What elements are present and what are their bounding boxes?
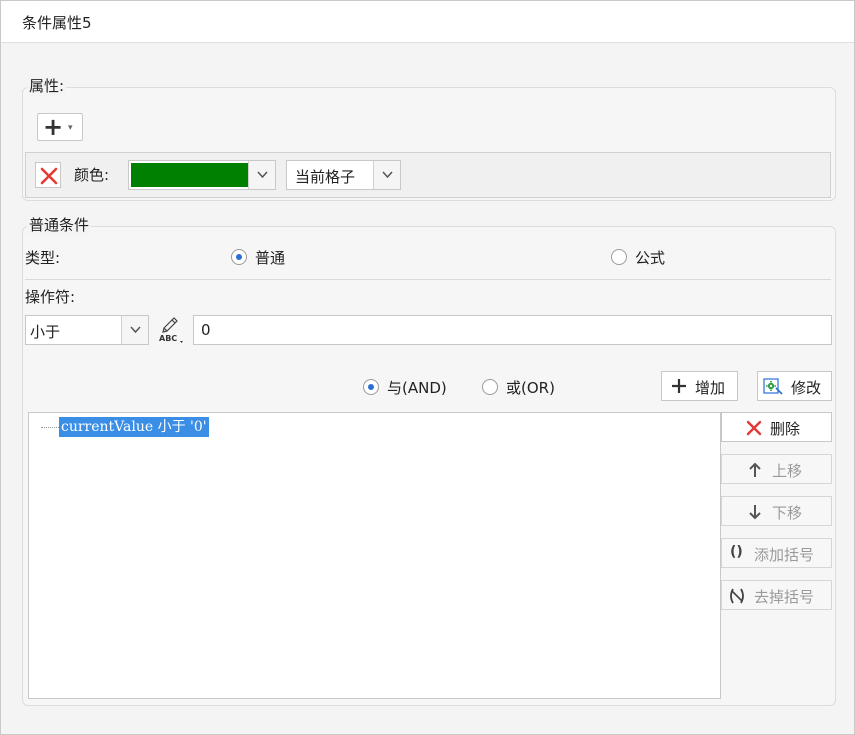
- color-picker[interactable]: [128, 160, 276, 190]
- condition-item[interactable]: currentValue 小于 '0': [59, 417, 209, 437]
- type-formula-radio[interactable]: [611, 249, 627, 265]
- logic-or-radio[interactable]: [482, 379, 498, 395]
- chevron-down-icon: [382, 171, 393, 179]
- move-up-button[interactable]: 上移: [721, 454, 832, 484]
- close-icon: [40, 167, 58, 185]
- operator-select[interactable]: 小于: [25, 315, 149, 345]
- edit-gear-icon: [763, 378, 783, 395]
- close-icon: [746, 420, 762, 436]
- remove-bracket-button[interactable]: 去掉括号: [721, 580, 832, 610]
- arrow-up-icon: [749, 462, 761, 477]
- delete-condition-label: 删除: [770, 420, 801, 438]
- add-condition-button[interactable]: 增加: [661, 371, 738, 401]
- value-type-button[interactable]: ABC: [156, 314, 186, 346]
- bracket-icon: (): [730, 544, 743, 560]
- logic-or-label[interactable]: 或(OR): [506, 377, 555, 398]
- properties-legend: 属性:: [27, 75, 67, 96]
- plus-icon: +: [43, 113, 64, 141]
- delete-condition-button[interactable]: 删除: [721, 412, 832, 442]
- chevron-down-icon: [130, 326, 141, 334]
- logic-and-radio[interactable]: [363, 379, 379, 395]
- condition-tree[interactable]: currentValue 小于 '0': [28, 412, 721, 699]
- operator-label: 操作符:: [25, 288, 76, 306]
- type-normal-radio[interactable]: [231, 249, 247, 265]
- condition-value-input[interactable]: [193, 315, 832, 345]
- chevron-down-icon: [257, 171, 268, 179]
- type-formula-label[interactable]: 公式: [635, 247, 665, 268]
- move-down-label: 下移: [772, 504, 803, 522]
- type-label: 类型:: [25, 249, 61, 267]
- modify-condition-label: 修改: [791, 379, 822, 397]
- scope-dropdown-arrow[interactable]: [373, 161, 400, 189]
- remove-bracket-label: 去掉括号: [754, 588, 815, 606]
- color-property-row: 颜色: 当前格子: [25, 152, 831, 198]
- move-down-button[interactable]: 下移: [721, 496, 832, 526]
- dropdown-arrow-icon: ▾: [68, 123, 73, 133]
- color-dropdown-arrow[interactable]: [248, 161, 275, 189]
- add-property-button[interactable]: + ▾: [37, 113, 83, 141]
- add-bracket-button[interactable]: () 添加括号: [721, 538, 832, 568]
- move-up-label: 上移: [772, 462, 803, 480]
- scope-select[interactable]: 当前格子: [286, 160, 401, 190]
- divider: [25, 279, 831, 280]
- window-title: 条件属性5: [22, 14, 92, 32]
- title-bar: 条件属性5: [1, 1, 854, 43]
- remove-bracket-icon: [730, 588, 744, 604]
- color-swatch: [131, 163, 248, 187]
- add-bracket-label: 添加括号: [754, 546, 815, 564]
- abc-edit-icon: ABC: [159, 317, 183, 343]
- svg-text:ABC: ABC: [159, 334, 177, 343]
- arrow-down-icon: [749, 505, 761, 520]
- dialog-window: 条件属性5 属性: + ▾ 颜色: 当前格子 普通条件 类型: 普通 公式 操作…: [0, 0, 855, 735]
- color-label: 颜色:: [74, 166, 110, 184]
- conditions-legend: 普通条件: [27, 214, 92, 235]
- scope-value: 当前格子: [295, 168, 356, 186]
- tree-connector: [41, 427, 59, 428]
- operator-value: 小于: [30, 323, 61, 341]
- modify-condition-button[interactable]: 修改: [757, 371, 832, 401]
- operator-dropdown-arrow[interactable]: [121, 316, 148, 344]
- remove-property-button[interactable]: [35, 162, 61, 188]
- add-condition-label: 增加: [695, 379, 726, 397]
- plus-icon: [672, 379, 686, 393]
- logic-and-label[interactable]: 与(AND): [387, 377, 447, 398]
- type-normal-label[interactable]: 普通: [255, 247, 285, 268]
